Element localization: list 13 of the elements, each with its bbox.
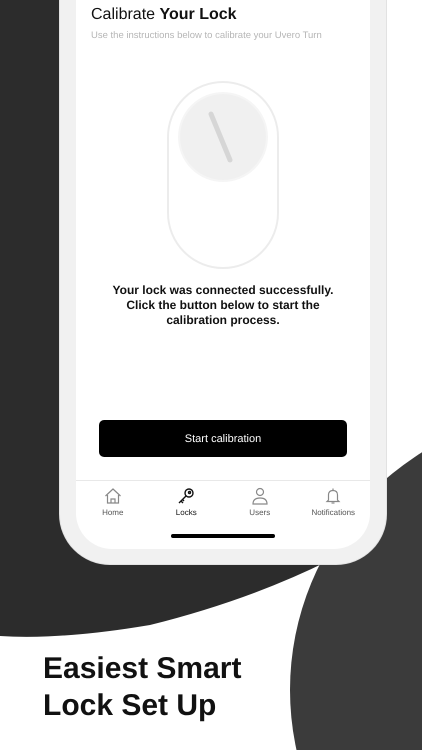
screen-title: Calibrate Your Lock bbox=[91, 6, 237, 24]
bell-icon bbox=[324, 487, 342, 505]
subtitle: Use the instructions below to calibrate your Uvero Turn bbox=[91, 30, 322, 41]
user-icon bbox=[250, 487, 269, 505]
home-icon bbox=[104, 487, 122, 505]
key-icon bbox=[177, 487, 196, 505]
tab-bar-item[interactable]: Notifications bbox=[296, 485, 370, 517]
status-message: Your lock was connected successfully. Click the button below to start the calibration process. bbox=[112, 283, 334, 328]
tab-bar-item[interactable]: Home bbox=[76, 485, 150, 517]
tab-bar-item[interactable]: Users bbox=[223, 485, 296, 517]
tab-bar-item[interactable]: Locks bbox=[150, 485, 223, 517]
start-calibration-button[interactable]: Start calibration bbox=[99, 420, 347, 457]
headline: Easiest Smart Lock Set Up bbox=[43, 651, 242, 724]
